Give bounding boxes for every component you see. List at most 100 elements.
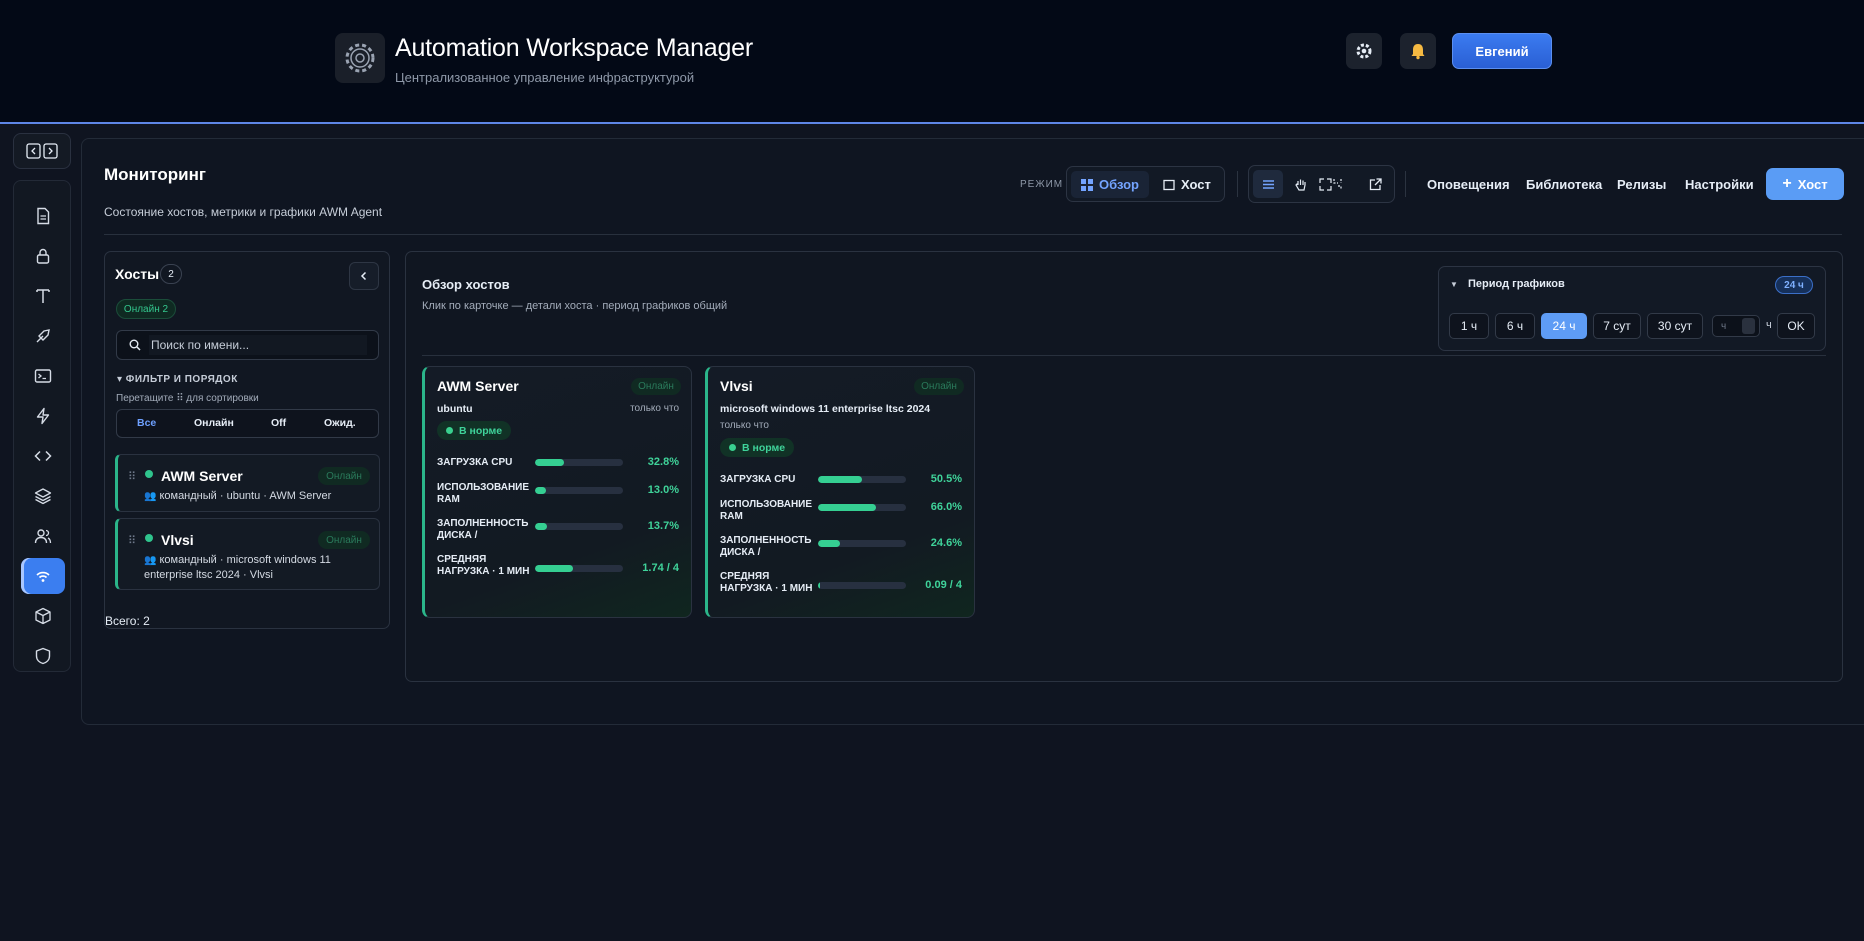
spinner-icon[interactable] bbox=[1742, 318, 1755, 334]
card-host-name: AWM Server bbox=[437, 378, 519, 394]
sidebar-item-code[interactable] bbox=[21, 438, 65, 474]
filter-off[interactable]: Off bbox=[271, 417, 286, 429]
metric-fill bbox=[535, 487, 547, 494]
sidebar-item-shield[interactable] bbox=[21, 638, 65, 674]
nav-releases-link[interactable]: Релизы bbox=[1617, 177, 1666, 192]
sidebar-item-terminal[interactable] bbox=[21, 358, 65, 394]
period-7d-button[interactable]: 7 сут bbox=[1593, 313, 1641, 339]
card-os: ubuntu bbox=[437, 403, 473, 415]
hosts-title: Хосты bbox=[115, 266, 160, 282]
status-filter: Все Онлайн Off Ожид. bbox=[116, 409, 379, 438]
online-filter-pill[interactable]: Онлайн 2 bbox=[116, 299, 176, 319]
user-menu-button[interactable]: Евгений bbox=[1452, 33, 1552, 69]
collapse-expand-icon bbox=[26, 143, 58, 159]
add-host-button[interactable]: + Хост bbox=[1766, 168, 1844, 200]
filter-toggle[interactable]: ▾ ФИЛЬТР И ПОРЯДОК bbox=[117, 374, 238, 385]
period-unit: ч bbox=[1766, 319, 1772, 331]
overview-title: Обзор хостов bbox=[422, 277, 510, 292]
bell-icon bbox=[1411, 44, 1425, 60]
card-os: microsoft windows 11 enterprise ltsc 202… bbox=[720, 403, 931, 415]
sidebar-item-monitoring[interactable] bbox=[21, 558, 65, 594]
health-label: В норме bbox=[742, 441, 786, 454]
wifi-icon bbox=[36, 571, 50, 582]
sidebar-item-packages[interactable] bbox=[21, 598, 65, 634]
gear-logo-icon bbox=[345, 43, 375, 73]
filter-all[interactable]: Все bbox=[137, 417, 156, 429]
period-title[interactable]: Период графиков bbox=[1468, 278, 1565, 290]
sidebar-toggle-button[interactable] bbox=[13, 133, 71, 169]
sidebar-item-automation[interactable] bbox=[21, 398, 65, 434]
metric-bar bbox=[535, 523, 623, 530]
fit-view-button[interactable] bbox=[1317, 170, 1347, 198]
nav-settings-link[interactable]: Настройки bbox=[1685, 177, 1754, 192]
period-ok-button[interactable]: OK bbox=[1777, 313, 1815, 339]
status-dot bbox=[145, 534, 153, 542]
lock-icon bbox=[36, 248, 50, 264]
sidebar-item-documents[interactable] bbox=[21, 198, 65, 234]
sidebar-item-users[interactable] bbox=[21, 518, 65, 554]
metric-label: СРЕДНЯЯ НАГРУЗКА · 1 МИН bbox=[437, 554, 530, 577]
app-logo bbox=[335, 33, 385, 83]
period-1h-button[interactable]: 1 ч bbox=[1449, 313, 1489, 339]
nav-library-link[interactable]: Библиотека bbox=[1526, 177, 1602, 192]
nav-alerts-link[interactable]: Оповещения bbox=[1427, 177, 1510, 192]
mode-host-button[interactable]: Хост bbox=[1153, 171, 1221, 198]
search-input[interactable] bbox=[149, 335, 367, 355]
filter-pending[interactable]: Ожид. bbox=[324, 417, 356, 429]
page-title: Мониторинг bbox=[104, 165, 206, 184]
filter-online[interactable]: Онлайн bbox=[194, 417, 234, 429]
metric-label: ЗАПОЛНЕННОСТЬ ДИСКА / bbox=[720, 535, 812, 558]
list-icon bbox=[1262, 179, 1274, 189]
card-updated: только что bbox=[630, 403, 679, 414]
sidebar-item-deploy[interactable] bbox=[21, 318, 65, 354]
mode-overview-button[interactable]: Обзор bbox=[1071, 171, 1149, 198]
drag-handle-icon[interactable]: ⠿ bbox=[128, 534, 136, 547]
health-badge: В норме bbox=[437, 421, 512, 440]
sidebar-item-layers[interactable] bbox=[21, 478, 65, 514]
host-list-item[interactable]: ⠿ Vlvsi Онлайн 👥 командный · microsoft wi… bbox=[115, 518, 380, 590]
sidebar-item-security[interactable] bbox=[21, 238, 65, 274]
metric-fill bbox=[818, 582, 820, 589]
notifications-button[interactable] bbox=[1400, 33, 1436, 69]
expand-icon bbox=[1319, 177, 1342, 191]
host-card[interactable]: AWM Server Онлайн ubuntu только что В но… bbox=[422, 366, 692, 618]
status-dot bbox=[145, 470, 153, 478]
metric-label: ЗАПОЛНЕННОСТЬ ДИСКА / bbox=[437, 518, 529, 541]
metric-label: ЗАГРУЗКА CPU bbox=[437, 457, 513, 468]
sidebar-item-text[interactable] bbox=[21, 278, 65, 314]
search-icon bbox=[129, 339, 141, 351]
host-search bbox=[116, 330, 379, 360]
health-badge: В норме bbox=[720, 438, 795, 457]
document-icon bbox=[37, 207, 50, 225]
status-badge: Онлайн bbox=[318, 467, 370, 485]
drag-tool-button[interactable] bbox=[1285, 170, 1315, 198]
metric-fill bbox=[535, 523, 548, 530]
grid-icon bbox=[1081, 178, 1093, 191]
collapse-hosts-button[interactable] bbox=[349, 262, 379, 290]
shield-icon bbox=[35, 647, 51, 665]
gear-icon bbox=[1356, 43, 1372, 59]
metric-label: СРЕДНЯЯ НАГРУЗКА · 1 МИН bbox=[720, 571, 813, 594]
period-6h-button[interactable]: 6 ч bbox=[1495, 313, 1535, 339]
app-subtitle: Централизованное управление инфраструкту… bbox=[395, 70, 695, 85]
open-external-button[interactable] bbox=[1360, 170, 1390, 198]
lightning-icon bbox=[36, 407, 50, 425]
caret-down-icon[interactable]: ▼ bbox=[1450, 280, 1458, 289]
card-updated: только что bbox=[720, 420, 769, 431]
host-meta-text: командный · microsoft windows 11 enterpr… bbox=[144, 554, 331, 581]
host-meta: 👥 командный · ubuntu · AWM Server bbox=[144, 489, 331, 504]
square-icon bbox=[1163, 179, 1175, 190]
host-card[interactable]: Vlvsi Онлайн microsoft windows 11 enterp… bbox=[705, 366, 975, 618]
plus-icon: + bbox=[1782, 175, 1792, 192]
host-list-item[interactable]: ⠿ AWM Server Онлайн 👥 командный · ubuntu … bbox=[115, 454, 380, 512]
period-30d-button[interactable]: 30 сут bbox=[1647, 313, 1703, 339]
settings-button[interactable] bbox=[1346, 33, 1382, 69]
hosts-count-badge: 2 bbox=[160, 264, 182, 284]
drag-handle-icon[interactable]: ⠿ bbox=[128, 470, 136, 483]
metric-fill bbox=[818, 540, 840, 547]
metric-value: 0.09 / 4 bbox=[925, 579, 962, 591]
view-tools bbox=[1248, 165, 1395, 203]
metric-value: 1.74 / 4 bbox=[642, 562, 679, 574]
period-24h-button[interactable]: 24 ч bbox=[1541, 313, 1587, 339]
list-view-button[interactable] bbox=[1253, 170, 1283, 198]
